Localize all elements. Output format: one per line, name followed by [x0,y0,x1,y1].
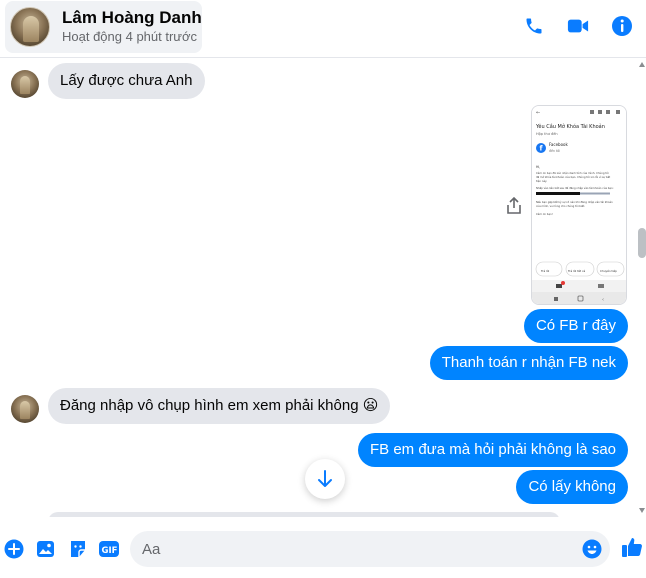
outgoing-message[interactable]: Có FB r đây [523,309,628,343]
email-body-line: Nếu bạn gặp bất kỳ sự cố nào khi đăng nh… [536,200,613,204]
email-screenshot: ← Yêu Cầu Mở Khóa Tài Khoản Hộp thư đến … [532,106,626,304]
scroll-up-arrow[interactable] [639,62,645,67]
scrollbar-thumb[interactable] [638,228,646,258]
email-body-line: của mình, vui lòng cho chúng tôi biết. [536,204,585,208]
email-tag: Hộp thư đến [536,132,558,136]
gif-label: GIF [102,546,118,556]
email-sender: Facebook [549,142,568,147]
email-forward-action: Chuyển tiếp [600,268,617,273]
chat-scrollbar[interactable] [638,59,646,517]
email-body-line: Cảm ơn bạn! [536,212,553,216]
image-attachment[interactable]: ← Yêu Cầu Mở Khóa Tài Khoản Hộp thư đến … [531,105,627,305]
email-reply-action: Trả lời [540,269,550,273]
emoji-icon[interactable] [582,539,602,559]
info-icon[interactable] [610,14,634,38]
thumbs-up-icon[interactable] [620,535,644,559]
incoming-message[interactable]: Lấy được chưa Anh [48,63,205,99]
gif-icon[interactable]: GIF [98,538,120,560]
message-input-container[interactable] [130,531,610,567]
message-list[interactable]: Lấy được chưa Anh ← Yêu Cầu Mở Khóa Tài … [0,59,638,517]
sender-avatar [11,70,39,98]
sender-avatar [11,395,39,423]
email-subject: Yêu Cầu Mở Khóa Tài Khoản [535,122,605,130]
contact-info-button[interactable]: Lâm Hoàng Danh Hoạt động 4 phút trước [5,1,202,53]
svg-text:←: ← [536,110,540,116]
scroll-to-bottom-button[interactable] [305,459,345,499]
contact-avatar [10,7,50,47]
image-icon[interactable] [35,538,57,560]
message-input[interactable] [142,531,572,567]
plus-icon[interactable] [3,538,25,560]
outgoing-message[interactable]: Thanh toán r nhận FB nek [429,346,628,380]
scroll-down-arrow[interactable] [639,508,645,513]
message-composer: GIF [0,517,646,578]
contact-status: Hoạt động 4 phút trước [62,29,198,44]
outgoing-message[interactable]: FB em đưa mà hỏi phải không là sao [357,433,628,467]
incoming-message[interactable]: Đăng nhập vô chụp hình em xem phải không… [48,388,391,424]
video-camera-icon[interactable] [566,14,590,38]
share-icon[interactable] [502,194,526,218]
email-reply-all-action: Trả lời tất cả [567,269,586,273]
sticker-icon[interactable] [67,538,89,560]
email-body-line: Cảm ơn bạn đã xác nhận danh tính của mìn… [536,171,609,175]
phone-icon[interactable] [522,14,546,38]
arrow-down-icon [318,470,332,487]
outgoing-message[interactable]: Có lấy không [516,470,628,504]
email-body-line: tiện này. [536,179,547,183]
contact-name: Lâm Hoàng Danh [62,8,202,27]
email-greeting: Hi, [536,165,540,169]
email-recipient: đến tôi [549,149,560,153]
svg-text:‹: ‹ [602,297,604,303]
messenger-window: Lâm Hoàng Danh Hoạt động 4 phút trước Lấ… [0,0,646,578]
conversation-header: Lâm Hoàng Danh Hoạt động 4 phút trước [0,0,646,58]
